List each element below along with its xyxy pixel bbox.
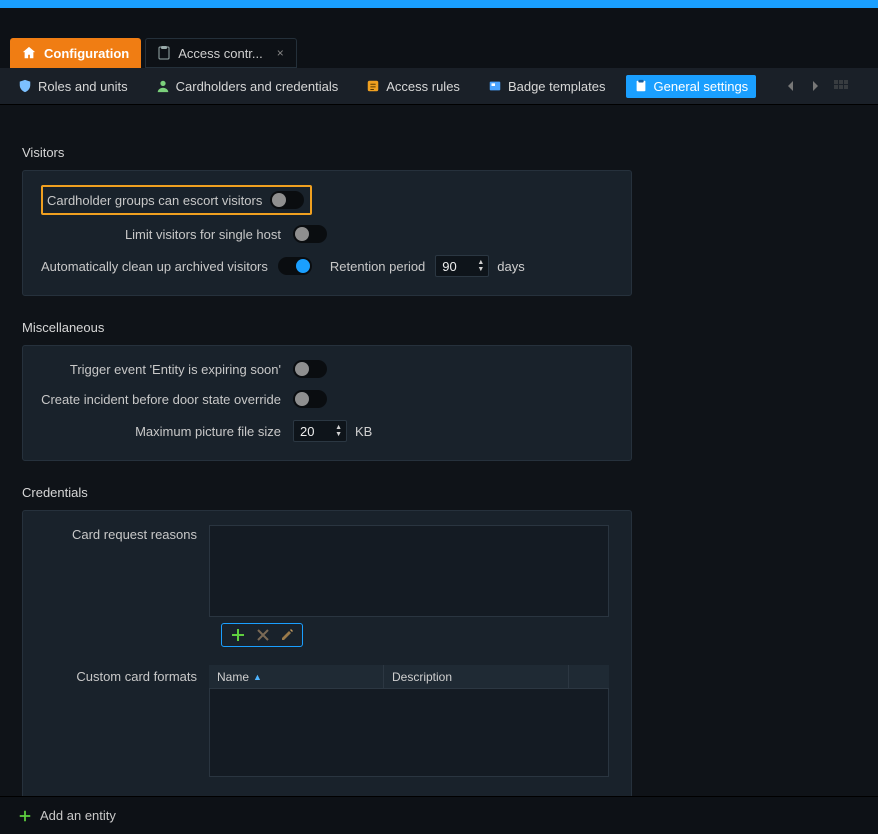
section-title-visitors: Visitors bbox=[22, 145, 856, 160]
stepper-value: 20 bbox=[300, 424, 331, 439]
panel-visitors: Cardholder groups can escort visitors Li… bbox=[22, 170, 632, 296]
column-header-description-label: Description bbox=[392, 670, 452, 684]
subnav-label: General settings bbox=[654, 79, 749, 94]
edit-icon[interactable] bbox=[280, 628, 294, 642]
nav-next-icon[interactable] bbox=[810, 80, 820, 92]
table-header: Name ▲ Description bbox=[209, 665, 609, 689]
table-body-empty[interactable] bbox=[209, 689, 609, 777]
column-header-description[interactable]: Description bbox=[384, 665, 569, 688]
label-limit-visitors: Limit visitors for single host bbox=[41, 227, 293, 242]
label-cleanup-archived: Automatically clean up archived visitors bbox=[41, 259, 278, 274]
add-icon[interactable] bbox=[230, 627, 246, 643]
grid-icon[interactable] bbox=[834, 80, 848, 92]
tab-configuration-label: Configuration bbox=[44, 46, 129, 61]
label-retention-period: Retention period bbox=[330, 259, 425, 274]
unit-kb: KB bbox=[355, 424, 372, 439]
toggle-cleanup-archived[interactable] bbox=[278, 257, 312, 275]
stepper-arrows-icon[interactable]: ▲▼ bbox=[477, 259, 484, 273]
panel-misc: Trigger event 'Entity is expiring soon' … bbox=[22, 345, 632, 461]
row-trigger-event: Trigger event 'Entity is expiring soon' bbox=[41, 360, 613, 378]
shield-icon bbox=[18, 79, 32, 93]
reason-action-bar bbox=[221, 623, 303, 647]
tab-access-control[interactable]: Access contr... × bbox=[145, 38, 297, 68]
delete-icon[interactable] bbox=[256, 628, 270, 642]
clipboard-icon bbox=[634, 79, 648, 93]
column-header-tail bbox=[569, 665, 609, 688]
toggle-escort-visitors[interactable] bbox=[270, 191, 304, 209]
label-trigger-event: Trigger event 'Entity is expiring soon' bbox=[41, 362, 293, 377]
subnav-label: Access rules bbox=[386, 79, 460, 94]
panel-credentials: Card request reasons Custom card formats… bbox=[22, 510, 632, 802]
home-icon bbox=[22, 46, 36, 60]
row-custom-card-formats: Custom card formats Name ▲ Description bbox=[41, 665, 613, 777]
toggle-limit-visitors[interactable] bbox=[293, 225, 327, 243]
subnav-label: Cardholders and credentials bbox=[176, 79, 339, 94]
stepper-arrows-icon[interactable]: ▲▼ bbox=[335, 424, 342, 438]
listbox-card-request-reasons[interactable] bbox=[209, 525, 609, 617]
label-custom-card-formats: Custom card formats bbox=[41, 665, 209, 684]
main-tabs-bar: Configuration Access contr... × bbox=[0, 8, 878, 68]
nav-prev-icon[interactable] bbox=[786, 80, 796, 92]
row-escort-visitors: Cardholder groups can escort visitors bbox=[41, 185, 312, 215]
subnav-roles-and-units[interactable]: Roles and units bbox=[10, 75, 136, 98]
tab-configuration[interactable]: Configuration bbox=[10, 38, 141, 68]
footer-bar: Add an entity bbox=[0, 796, 878, 834]
stepper-retention-days[interactable]: 90 ▲▼ bbox=[435, 255, 489, 277]
person-icon bbox=[156, 79, 170, 93]
sub-navigation: Roles and units Cardholders and credenti… bbox=[0, 68, 878, 104]
stepper-max-picture-size[interactable]: 20 ▲▼ bbox=[293, 420, 347, 442]
content-area: Visitors Cardholder groups can escort vi… bbox=[0, 105, 878, 834]
badge-icon bbox=[488, 79, 502, 93]
sort-asc-icon: ▲ bbox=[253, 672, 262, 682]
close-icon[interactable]: × bbox=[277, 46, 284, 60]
section-title-misc: Miscellaneous bbox=[22, 320, 856, 335]
subnav-cardholders[interactable]: Cardholders and credentials bbox=[148, 75, 347, 98]
label-max-picture-size: Maximum picture file size bbox=[41, 424, 293, 439]
column-header-name-label: Name bbox=[217, 670, 249, 684]
subnav-general-settings[interactable]: General settings bbox=[626, 75, 757, 98]
unit-days: days bbox=[497, 259, 524, 274]
toggle-incident-override[interactable] bbox=[293, 390, 327, 408]
label-escort-visitors: Cardholder groups can escort visitors bbox=[47, 193, 270, 208]
add-entity-icon[interactable] bbox=[18, 809, 32, 823]
stepper-value: 90 bbox=[442, 259, 473, 274]
subnav-access-rules[interactable]: Access rules bbox=[358, 75, 468, 98]
subnav-label: Badge templates bbox=[508, 79, 606, 94]
row-card-request-reasons: Card request reasons bbox=[41, 525, 613, 617]
subnav-badge-templates[interactable]: Badge templates bbox=[480, 75, 614, 98]
window-top-strip bbox=[0, 0, 878, 8]
row-incident-override: Create incident before door state overri… bbox=[41, 390, 613, 408]
nav-arrows bbox=[786, 80, 848, 92]
rules-icon bbox=[366, 79, 380, 93]
row-cleanup-archived: Automatically clean up archived visitors… bbox=[41, 255, 613, 277]
column-header-name[interactable]: Name ▲ bbox=[209, 665, 384, 688]
row-limit-visitors: Limit visitors for single host bbox=[41, 225, 613, 243]
tab-access-control-label: Access contr... bbox=[178, 46, 263, 61]
label-card-request-reasons: Card request reasons bbox=[41, 525, 209, 542]
label-incident-override: Create incident before door state overri… bbox=[41, 392, 293, 407]
add-entity-button[interactable]: Add an entity bbox=[40, 808, 116, 823]
table-custom-card-formats: Name ▲ Description bbox=[209, 665, 609, 777]
subnav-label: Roles and units bbox=[38, 79, 128, 94]
section-title-credentials: Credentials bbox=[22, 485, 856, 500]
clipboard-icon bbox=[158, 46, 170, 60]
toggle-trigger-event[interactable] bbox=[293, 360, 327, 378]
row-max-picture-size: Maximum picture file size 20 ▲▼ KB bbox=[41, 420, 613, 442]
